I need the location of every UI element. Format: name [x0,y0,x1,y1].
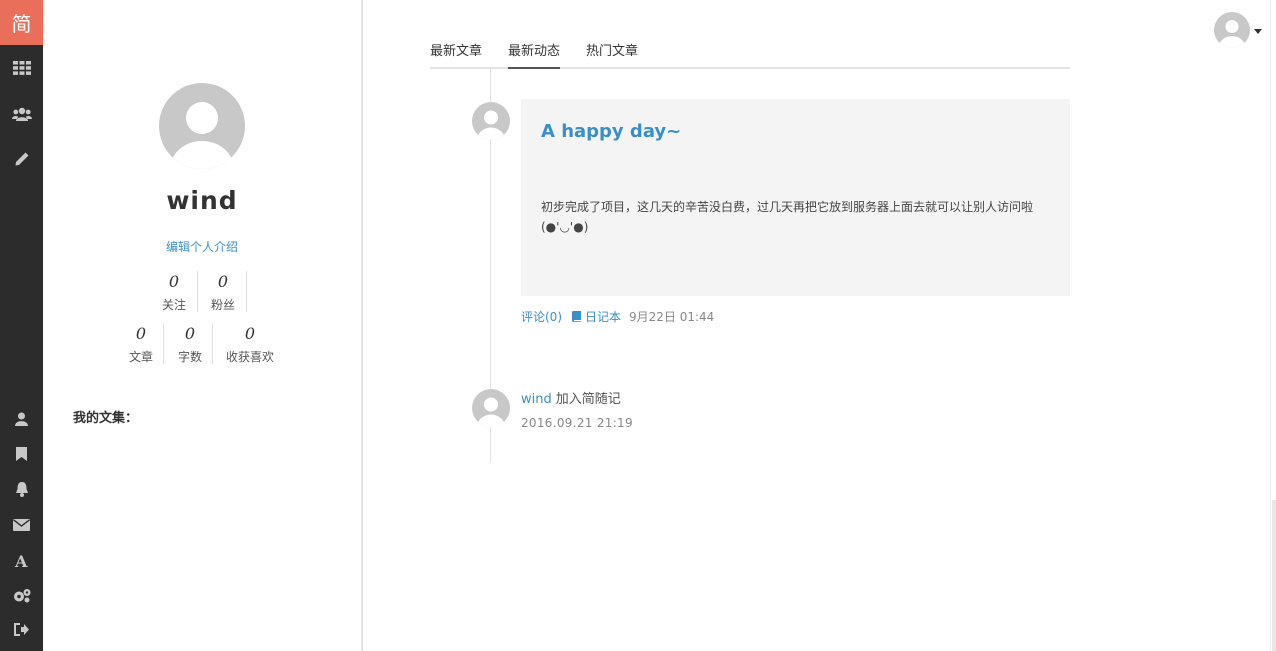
user-icon[interactable] [0,407,43,431]
divider [246,271,247,312]
divider [212,323,213,364]
stat-followers[interactable]: 0 粉丝 [198,272,248,313]
divider [163,323,164,364]
stat-following-label: 关注 [161,298,186,312]
activity-action: 加入简随记 [555,392,621,407]
chevron-down-icon[interactable] [1254,29,1262,34]
tab-latest-articles[interactable]: 最新文章 [430,40,482,69]
stat-words-count: 0 [184,324,196,343]
stat-following[interactable]: 0 关注 [149,272,199,313]
bookmark-icon[interactable] [0,442,43,466]
bell-icon[interactable] [0,477,43,501]
stat-articles-count: 0 [135,324,147,343]
avatar[interactable] [472,389,510,427]
user-menu-avatar[interactable] [1214,12,1250,48]
scrollbar[interactable] [1270,0,1276,651]
feed-tabs: 最新文章 最新动态 热门文章 [430,38,1070,69]
logout-icon[interactable] [0,617,43,641]
join-activity: wind 加入简随记 [521,388,621,407]
settings-icon[interactable] [0,583,43,607]
stat-likes[interactable]: 0 收获喜欢 [215,324,285,365]
pencil-icon[interactable] [0,147,43,171]
post-excerpt: 初步完成了项目，这几天的辛苦没白费，过几天再把它放到服务器上面去就可以让别人访问… [541,200,1034,234]
notebook-label: 日记本 [585,310,622,324]
scrollbar-thumb[interactable] [1272,500,1276,651]
stat-words-label: 字数 [177,350,202,364]
mail-icon[interactable] [0,513,43,537]
post-title[interactable]: A happy day~ [541,121,681,142]
stat-articles[interactable]: 0 文章 [116,324,166,365]
notebook-link[interactable]: 日记本 [572,308,621,325]
collections-heading: 我的文集： [73,411,139,426]
users-group-icon[interactable] [0,102,43,126]
activity-time: 2016.09.21 21:19 [521,416,633,430]
activity-username[interactable]: wind [521,392,552,407]
avatar[interactable] [159,83,245,169]
stat-followers-label: 粉丝 [210,298,235,312]
profile-panel: wind 编辑个人介绍 0 关注 0 粉丝 0 文章 0 字数 0 收获喜欢 我… [43,0,361,651]
apps-grid-icon[interactable] [0,56,43,80]
stat-words[interactable]: 0 字数 [165,324,215,365]
svg-text:A: A [14,553,28,568]
panel-divider [361,0,363,651]
username: wind [166,186,238,215]
edit-intro-link[interactable]: 编辑个人介绍 [43,238,361,255]
notebook-icon [572,311,581,322]
comments-link[interactable]: 评论(0) [521,308,562,325]
left-nav: 简 A [0,0,43,651]
stat-articles-label: 文章 [128,350,153,364]
font-icon[interactable]: A [0,548,43,572]
stat-likes-count: 0 [244,324,256,343]
stat-likes-label: 收获喜欢 [225,350,274,364]
stat-followers-count: 0 [217,272,229,291]
logo[interactable]: 简 [0,0,43,45]
stat-following-count: 0 [168,272,180,291]
post-card: A happy day~ 初步完成了项目，这几天的辛苦没白费，过几天再把它放到服… [521,99,1070,296]
avatar[interactable] [472,102,510,140]
post-meta: 评论(0) 日记本 9月22日 01:44 [521,308,714,325]
tab-latest-activity[interactable]: 最新动态 [508,40,561,69]
post-time: 9月22日 01:44 [629,310,715,324]
tab-popular-articles[interactable]: 热门文章 [586,40,638,69]
